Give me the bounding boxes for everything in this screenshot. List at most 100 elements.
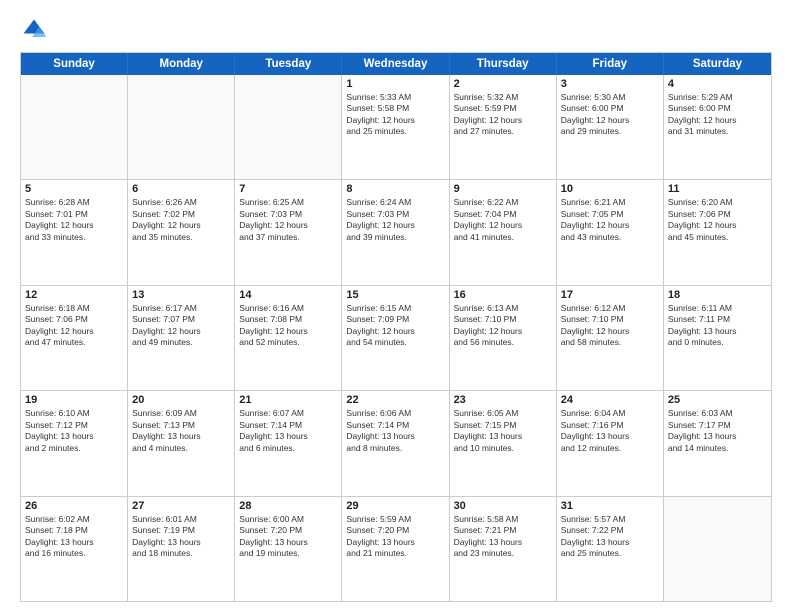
cal-cell: [21, 75, 128, 179]
day-info: Sunrise: 6:22 AM Sunset: 7:04 PM Dayligh…: [454, 197, 552, 243]
cal-cell: 6 Sunrise: 6:26 AM Sunset: 7:02 PM Daylig…: [128, 180, 235, 284]
day-info: Sunrise: 6:17 AM Sunset: 7:07 PM Dayligh…: [132, 303, 230, 349]
day-number: 2: [454, 78, 552, 90]
day-number: 31: [561, 500, 659, 512]
day-number: 20: [132, 394, 230, 406]
cal-cell: 25 Sunrise: 6:03 AM Sunset: 7:17 PM Dayli…: [664, 391, 771, 495]
cal-cell: 13 Sunrise: 6:17 AM Sunset: 7:07 PM Dayli…: [128, 286, 235, 390]
cal-cell: 21Sunrise: 6:07 AM Sunset: 7:14 PM Dayli…: [235, 391, 342, 495]
day-info: Sunrise: 5:33 AM Sunset: 5:58 PM Dayligh…: [346, 92, 444, 138]
day-info: Sunrise: 5:59 AM Sunset: 7:20 PM Dayligh…: [346, 514, 444, 560]
cal-header-friday: Friday: [557, 53, 664, 75]
page: SundayMondayTuesdayWednesdayThursdayFrid…: [0, 0, 792, 612]
day-number: 10: [561, 183, 659, 195]
day-info: Sunrise: 6:26 AM Sunset: 7:02 PM Dayligh…: [132, 197, 230, 243]
cal-cell: 18Sunrise: 6:11 AM Sunset: 7:11 PM Dayli…: [664, 286, 771, 390]
day-info: Sunrise: 6:13 AM Sunset: 7:10 PM Dayligh…: [454, 303, 552, 349]
cal-cell: 29 Sunrise: 5:59 AM Sunset: 7:20 PM Dayli…: [342, 497, 449, 601]
day-number: 5: [25, 183, 123, 195]
day-number: 30: [454, 500, 552, 512]
day-info: Sunrise: 6:07 AM Sunset: 7:14 PM Dayligh…: [239, 408, 337, 454]
cal-cell: 28 Sunrise: 6:00 AM Sunset: 7:20 PM Dayli…: [235, 497, 342, 601]
day-info: Sunrise: 6:12 AM Sunset: 7:10 PM Dayligh…: [561, 303, 659, 349]
day-info: Sunrise: 6:24 AM Sunset: 7:03 PM Dayligh…: [346, 197, 444, 243]
cal-cell: 1 Sunrise: 5:33 AM Sunset: 5:58 PM Daylig…: [342, 75, 449, 179]
cal-cell: 11 Sunrise: 6:20 AM Sunset: 7:06 PM Dayli…: [664, 180, 771, 284]
day-number: 16: [454, 289, 552, 301]
day-number: 29: [346, 500, 444, 512]
day-number: 17: [561, 289, 659, 301]
cal-header-tuesday: Tuesday: [235, 53, 342, 75]
day-number: 27: [132, 500, 230, 512]
cal-cell: 31 Sunrise: 5:57 AM Sunset: 7:22 PM Dayli…: [557, 497, 664, 601]
day-number: 7: [239, 183, 337, 195]
day-info: Sunrise: 6:01 AM Sunset: 7:19 PM Dayligh…: [132, 514, 230, 560]
day-info: Sunrise: 5:57 AM Sunset: 7:22 PM Dayligh…: [561, 514, 659, 560]
day-info: Sunrise: 5:29 AM Sunset: 6:00 PM Dayligh…: [668, 92, 767, 138]
logo-icon: [20, 16, 48, 44]
calendar: SundayMondayTuesdayWednesdayThursdayFrid…: [20, 52, 772, 602]
cal-cell: 20 Sunrise: 6:09 AM Sunset: 7:13 PM Dayli…: [128, 391, 235, 495]
day-info: Sunrise: 6:11 AM Sunset: 7:11 PM Dayligh…: [668, 303, 767, 349]
day-info: Sunrise: 6:21 AM Sunset: 7:05 PM Dayligh…: [561, 197, 659, 243]
cal-cell: 23 Sunrise: 6:05 AM Sunset: 7:15 PM Dayli…: [450, 391, 557, 495]
cal-cell: [235, 75, 342, 179]
cal-week-5: 26 Sunrise: 6:02 AM Sunset: 7:18 PM Dayli…: [21, 496, 771, 601]
day-info: Sunrise: 6:06 AM Sunset: 7:14 PM Dayligh…: [346, 408, 444, 454]
cal-header-thursday: Thursday: [450, 53, 557, 75]
day-number: 15: [346, 289, 444, 301]
day-info: Sunrise: 6:05 AM Sunset: 7:15 PM Dayligh…: [454, 408, 552, 454]
day-info: Sunrise: 6:15 AM Sunset: 7:09 PM Dayligh…: [346, 303, 444, 349]
day-number: 11: [668, 183, 767, 195]
day-number: 22: [346, 394, 444, 406]
day-number: 28: [239, 500, 337, 512]
cal-header-sunday: Sunday: [21, 53, 128, 75]
day-info: Sunrise: 6:20 AM Sunset: 7:06 PM Dayligh…: [668, 197, 767, 243]
day-info: Sunrise: 6:28 AM Sunset: 7:01 PM Dayligh…: [25, 197, 123, 243]
day-info: Sunrise: 6:03 AM Sunset: 7:17 PM Dayligh…: [668, 408, 767, 454]
day-number: 25: [668, 394, 767, 406]
day-info: Sunrise: 6:04 AM Sunset: 7:16 PM Dayligh…: [561, 408, 659, 454]
cal-cell: 17 Sunrise: 6:12 AM Sunset: 7:10 PM Dayli…: [557, 286, 664, 390]
day-number: 23: [454, 394, 552, 406]
cal-week-4: 19Sunrise: 6:10 AM Sunset: 7:12 PM Dayli…: [21, 390, 771, 495]
calendar-header-row: SundayMondayTuesdayWednesdayThursdayFrid…: [21, 53, 771, 75]
cal-header-saturday: Saturday: [664, 53, 771, 75]
day-info: Sunrise: 6:00 AM Sunset: 7:20 PM Dayligh…: [239, 514, 337, 560]
cal-week-1: 1 Sunrise: 5:33 AM Sunset: 5:58 PM Daylig…: [21, 75, 771, 179]
day-info: Sunrise: 5:58 AM Sunset: 7:21 PM Dayligh…: [454, 514, 552, 560]
day-number: 13: [132, 289, 230, 301]
day-info: Sunrise: 6:18 AM Sunset: 7:06 PM Dayligh…: [25, 303, 123, 349]
cal-header-wednesday: Wednesday: [342, 53, 449, 75]
cal-cell: 14Sunrise: 6:16 AM Sunset: 7:08 PM Dayli…: [235, 286, 342, 390]
cal-cell: 7 Sunrise: 6:25 AM Sunset: 7:03 PM Daylig…: [235, 180, 342, 284]
cal-week-2: 5 Sunrise: 6:28 AM Sunset: 7:01 PM Daylig…: [21, 179, 771, 284]
cal-cell: 22 Sunrise: 6:06 AM Sunset: 7:14 PM Dayli…: [342, 391, 449, 495]
cal-cell: 8Sunrise: 6:24 AM Sunset: 7:03 PM Daylig…: [342, 180, 449, 284]
day-info: Sunrise: 6:09 AM Sunset: 7:13 PM Dayligh…: [132, 408, 230, 454]
day-info: Sunrise: 5:32 AM Sunset: 5:59 PM Dayligh…: [454, 92, 552, 138]
day-number: 6: [132, 183, 230, 195]
cal-cell: [128, 75, 235, 179]
day-number: 12: [25, 289, 123, 301]
cal-cell: 2 Sunrise: 5:32 AM Sunset: 5:59 PM Daylig…: [450, 75, 557, 179]
day-info: Sunrise: 6:02 AM Sunset: 7:18 PM Dayligh…: [25, 514, 123, 560]
cal-header-monday: Monday: [128, 53, 235, 75]
header: [20, 16, 772, 44]
cal-cell: 12 Sunrise: 6:18 AM Sunset: 7:06 PM Dayli…: [21, 286, 128, 390]
day-number: 1: [346, 78, 444, 90]
day-number: 26: [25, 500, 123, 512]
day-info: Sunrise: 6:16 AM Sunset: 7:08 PM Dayligh…: [239, 303, 337, 349]
cal-cell: 15 Sunrise: 6:15 AM Sunset: 7:09 PM Dayli…: [342, 286, 449, 390]
cal-week-3: 12 Sunrise: 6:18 AM Sunset: 7:06 PM Dayli…: [21, 285, 771, 390]
cal-cell: 27 Sunrise: 6:01 AM Sunset: 7:19 PM Dayli…: [128, 497, 235, 601]
logo: [20, 16, 52, 44]
day-number: 4: [668, 78, 767, 90]
calendar-body: 1 Sunrise: 5:33 AM Sunset: 5:58 PM Daylig…: [21, 75, 771, 601]
cal-cell: 16 Sunrise: 6:13 AM Sunset: 7:10 PM Dayli…: [450, 286, 557, 390]
cal-cell: 24Sunrise: 6:04 AM Sunset: 7:16 PM Dayli…: [557, 391, 664, 495]
day-info: Sunrise: 6:25 AM Sunset: 7:03 PM Dayligh…: [239, 197, 337, 243]
cal-cell: 9Sunrise: 6:22 AM Sunset: 7:04 PM Daylig…: [450, 180, 557, 284]
cal-cell: [664, 497, 771, 601]
cal-cell: 10 Sunrise: 6:21 AM Sunset: 7:05 PM Dayli…: [557, 180, 664, 284]
